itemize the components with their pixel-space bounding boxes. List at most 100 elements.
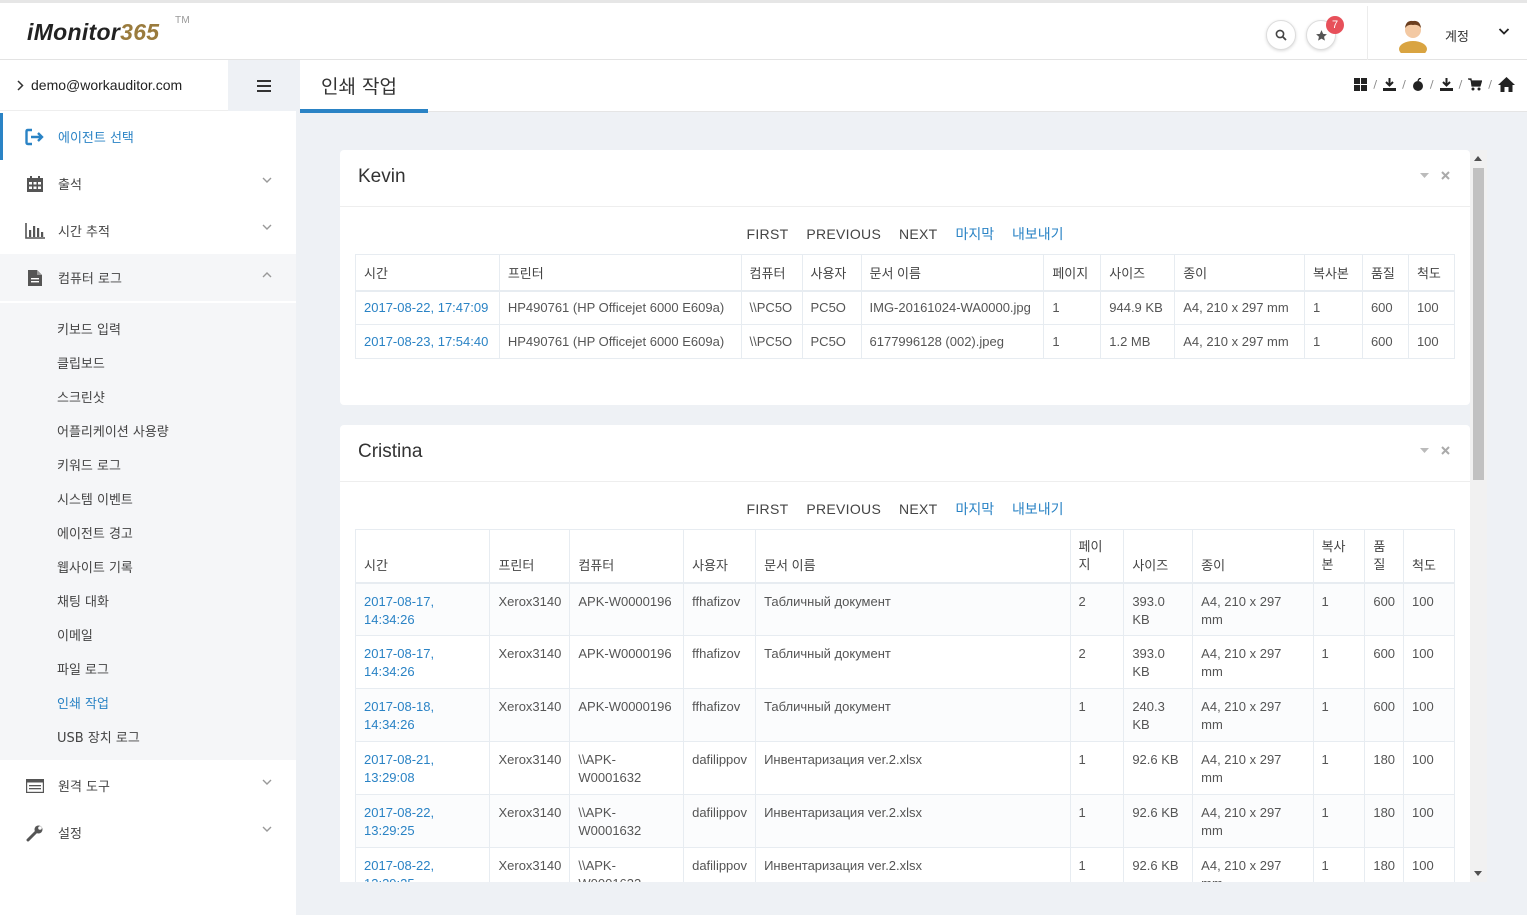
- close-icon[interactable]: [1441, 171, 1450, 180]
- col-header-computer[interactable]: 컴퓨터: [569, 529, 685, 584]
- time-link[interactable]: 2017-08-18, 14:34:26: [354, 688, 491, 742]
- collapse-icon[interactable]: [1420, 172, 1429, 179]
- submenu-item-usb-log[interactable]: USB 장치 로그: [57, 727, 140, 746]
- submenu-item-print-jobs[interactable]: 인쇄 작업: [57, 693, 109, 712]
- sidebar-item-settings[interactable]: 설정: [0, 809, 296, 856]
- cell-document: Инвентаризация ver.2.xlsx: [755, 794, 1071, 848]
- sidebar-item-label: 시간 추적: [58, 225, 110, 240]
- col-header-paper[interactable]: 종이: [1174, 254, 1306, 292]
- col-header-printer[interactable]: 프린터: [498, 254, 742, 292]
- search-icon: [1275, 29, 1287, 41]
- sidebar-user-selector[interactable]: demo@workauditor.com: [0, 60, 228, 111]
- col-header-pages[interactable]: 페이 지: [1069, 529, 1125, 584]
- col-header-document[interactable]: 문서 이름: [860, 254, 1045, 292]
- portlet-kevin: Kevin FIRST PREVIOUS NEXT 마지막 내보내기 시간 프린…: [340, 150, 1470, 405]
- submenu-item-keyboard[interactable]: 키보드 입력: [57, 319, 121, 338]
- chevron-down-icon[interactable]: [1498, 27, 1510, 36]
- submenu-item-agent-alerts[interactable]: 에이전트 경고: [57, 523, 133, 542]
- home-icon[interactable]: [1498, 77, 1515, 92]
- submenu-item-clipboard[interactable]: 클립보드: [57, 353, 105, 372]
- windows-icon[interactable]: [1354, 78, 1368, 91]
- pager-previous[interactable]: PREVIOUS: [806, 501, 881, 517]
- col-header-user[interactable]: 사용자: [683, 529, 757, 584]
- col-header-time[interactable]: 시간: [355, 254, 500, 292]
- col-header-size[interactable]: 사이즈: [1100, 254, 1176, 292]
- pager-next[interactable]: NEXT: [899, 501, 938, 517]
- submenu-item-screenshot[interactable]: 스크린샷: [57, 387, 105, 406]
- col-header-computer[interactable]: 컴퓨터: [740, 254, 803, 292]
- download-icon[interactable]: [1383, 78, 1397, 91]
- pager-first[interactable]: FIRST: [747, 501, 789, 517]
- col-header-user[interactable]: 사용자: [801, 254, 862, 292]
- col-header-scale[interactable]: 척도: [1403, 529, 1455, 584]
- submenu-item-keyword-log[interactable]: 키워드 로그: [57, 455, 121, 474]
- apple-icon[interactable]: [1412, 78, 1424, 91]
- col-header-quality[interactable]: 품 질: [1364, 529, 1405, 584]
- sidebar-toggle-button[interactable]: [228, 60, 300, 111]
- time-link[interactable]: 2017-08-22, 13:29:25: [354, 847, 491, 882]
- sidebar-item-computer-log[interactable]: 컴퓨터 로그: [0, 254, 296, 301]
- time-link[interactable]: 2017-08-17, 14:34:26: [354, 582, 491, 636]
- cell-quality: 600: [1361, 290, 1409, 325]
- scroll-down-arrow[interactable]: [1474, 871, 1482, 876]
- user-avatar[interactable]: [1397, 17, 1429, 57]
- col-header-pages[interactable]: 페이지: [1043, 254, 1102, 292]
- col-header-size[interactable]: 사이즈: [1123, 529, 1194, 584]
- portlet-title: Cristina: [358, 441, 423, 462]
- col-header-time[interactable]: 시간: [354, 529, 491, 584]
- collapse-icon[interactable]: [1420, 447, 1429, 454]
- col-header-document[interactable]: 문서 이름: [755, 529, 1071, 584]
- pager: FIRST PREVIOUS NEXT 마지막 내보내기: [340, 499, 1470, 519]
- pager-last[interactable]: 마지막: [955, 501, 994, 517]
- time-link[interactable]: 2017-08-23, 17:54:40: [355, 324, 500, 359]
- pager-first[interactable]: FIRST: [747, 226, 789, 242]
- time-link[interactable]: 2017-08-17, 14:34:26: [354, 635, 491, 689]
- sidebar-item-remote-tools[interactable]: 원격 도구: [0, 762, 296, 809]
- time-link[interactable]: 2017-08-21, 13:29:08: [354, 741, 491, 795]
- col-header-quality[interactable]: 품질: [1361, 254, 1409, 292]
- cell-size: 393.0 KB: [1123, 582, 1194, 636]
- col-header-copies[interactable]: 복사 본: [1312, 529, 1366, 584]
- cell-copies: 1: [1312, 688, 1366, 742]
- cart-icon[interactable]: [1468, 78, 1483, 91]
- separator-slash: /: [1488, 78, 1492, 91]
- submenu-item-app-usage[interactable]: 어플리케이션 사용량: [57, 421, 169, 440]
- table-row: 2017-08-22, 13:29:25Xerox3140\\APK- W000…: [354, 847, 1455, 882]
- page-title: 인쇄 작업: [321, 76, 397, 98]
- cell-computer: \\APK- W0001632: [569, 847, 685, 882]
- close-icon[interactable]: [1441, 446, 1450, 455]
- pager-last[interactable]: 마지막: [955, 226, 994, 242]
- submenu-item-file-log[interactable]: 파일 로그: [57, 659, 109, 678]
- pager-previous[interactable]: PREVIOUS: [806, 226, 881, 242]
- export-link[interactable]: 내보내기: [1012, 226, 1064, 242]
- submenu-item-chat[interactable]: 채팅 대화: [57, 591, 109, 610]
- time-link[interactable]: 2017-08-22, 13:29:25: [354, 794, 491, 848]
- scroll-thumb[interactable]: [1473, 168, 1484, 480]
- submenu-item-email[interactable]: 이메일: [57, 625, 93, 644]
- sidebar-item-agent-select[interactable]: 에이전트 선택: [0, 113, 296, 160]
- content-scrollbar[interactable]: [1470, 150, 1487, 882]
- separator-slash: /: [1402, 78, 1406, 91]
- sidebar-item-label: 컴퓨터 로그: [58, 272, 122, 287]
- cell-paper: A4, 210 x 297 mm: [1174, 290, 1306, 325]
- col-header-copies[interactable]: 복사본: [1304, 254, 1363, 292]
- portlet-cristina: Cristina FIRST PREVIOUS NEXT 마지막 내보내기 시간…: [340, 425, 1470, 882]
- submenu-item-system-events[interactable]: 시스템 이벤트: [57, 489, 133, 508]
- sidebar-item-attendance[interactable]: 출석: [0, 160, 296, 207]
- sidebar-item-time-tracking[interactable]: 시간 추적: [0, 207, 296, 254]
- col-header-scale[interactable]: 척도: [1407, 254, 1456, 292]
- sidebar-separator: [296, 60, 300, 915]
- col-header-paper[interactable]: 종이: [1192, 529, 1314, 584]
- search-button[interactable]: [1266, 20, 1296, 50]
- export-link[interactable]: 내보내기: [1012, 501, 1064, 517]
- time-link[interactable]: 2017-08-22, 17:47:09: [355, 290, 500, 325]
- cell-computer: \\PC5O: [740, 324, 803, 359]
- account-label[interactable]: 계정: [1445, 26, 1469, 45]
- scroll-up-arrow[interactable]: [1474, 156, 1482, 161]
- pager-next[interactable]: NEXT: [899, 226, 938, 242]
- app-logo[interactable]: iMonitor365 TM: [27, 15, 190, 46]
- download-icon[interactable]: [1439, 78, 1453, 91]
- col-header-printer[interactable]: 프린터: [489, 529, 571, 584]
- cell-copies: 1: [1312, 635, 1366, 689]
- submenu-item-website-history[interactable]: 웹사이트 기록: [57, 557, 133, 576]
